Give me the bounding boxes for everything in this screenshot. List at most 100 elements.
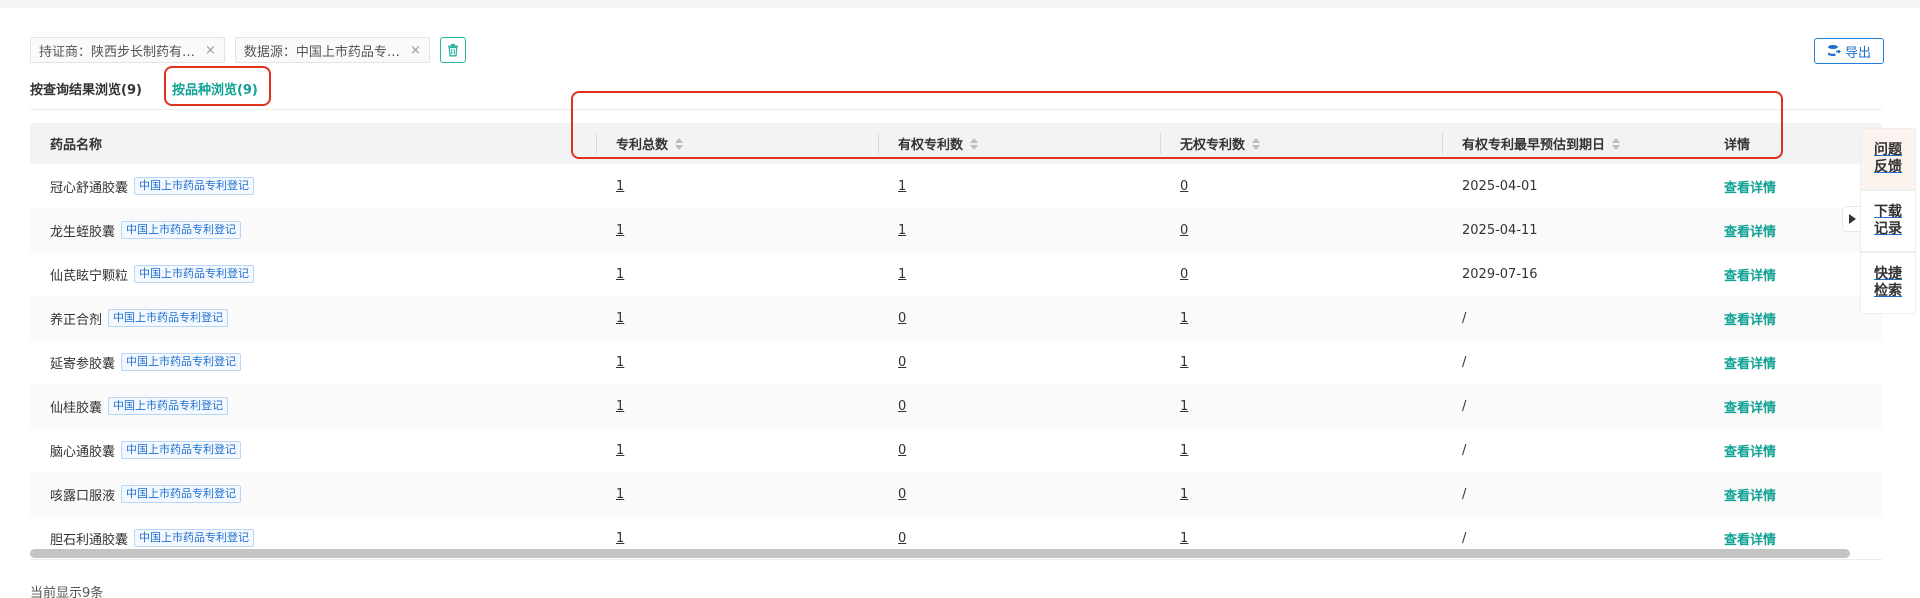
close-icon[interactable]: × — [205, 43, 216, 58]
drug-name: 仙芪眩宁颗粒 — [50, 268, 129, 284]
side-item-quick-search[interactable]: 快捷检索 — [1860, 252, 1916, 314]
drug-name: 咳露口服液 — [50, 488, 116, 504]
total-patents-count[interactable]: 1 — [616, 267, 624, 282]
drug-name: 胆石利通胶囊 — [50, 532, 129, 548]
export-icon — [1827, 45, 1841, 56]
header-total-patents[interactable]: 专利总数 — [596, 123, 878, 164]
earliest-expiry: / — [1462, 486, 1467, 502]
source-tag: 中国上市药品专利登记 — [134, 265, 255, 283]
total-patents-count[interactable]: 1 — [616, 223, 624, 238]
source-tag: 中国上市药品专利登记 — [121, 441, 242, 459]
view-detail-link[interactable]: 查看详情 — [1724, 221, 1776, 240]
earliest-expiry: / — [1462, 442, 1467, 458]
tab-by-variety[interactable]: 按品种浏览(9) — [171, 82, 258, 110]
invalid-patents-count[interactable]: 1 — [1180, 531, 1188, 546]
table-row: 冠心舒通胶囊 中国上市药品专利登记 1 1 0 2025-04-01 查看详情 — [30, 164, 1882, 208]
valid-patents-count[interactable]: 0 — [898, 355, 906, 370]
source-tag: 中国上市药品专利登记 — [134, 177, 255, 195]
valid-patents-count[interactable]: 1 — [898, 223, 906, 238]
view-detail-link[interactable]: 查看详情 — [1724, 397, 1776, 416]
header-earliest-expiry[interactable]: 有权专利最早预估到期日 — [1442, 123, 1712, 164]
source-tag: 中国上市药品专利登记 — [121, 221, 242, 239]
view-detail-link[interactable]: 查看详情 — [1724, 441, 1776, 460]
source-tag: 中国上市药品专利登记 — [108, 397, 229, 415]
drug-name: 仙桂胶囊 — [50, 400, 103, 416]
total-patents-count[interactable]: 1 — [616, 531, 624, 546]
drug-name: 冠心舒通胶囊 — [50, 180, 129, 196]
side-item-feedback[interactable]: 问题反馈 — [1860, 128, 1916, 190]
drug-table: 药品名称 专利总数 有权专利数 无权专利数 有权专利最早预估到期日 详情 冠心舒… — [30, 123, 1882, 560]
earliest-expiry: 2029-07-16 — [1462, 266, 1538, 282]
trash-icon — [447, 44, 458, 57]
sort-icon[interactable] — [970, 137, 979, 150]
view-detail-link[interactable]: 查看详情 — [1724, 309, 1776, 328]
invalid-patents-count[interactable]: 0 — [1180, 267, 1188, 282]
app-root: 持证商：陕西步长制药有… × 数据源：中国上市药品专… × 导出 按查询结果浏览… — [0, 0, 1920, 598]
row-count-text: 当前显示9条 — [30, 586, 104, 598]
view-detail-link[interactable]: 查看详情 — [1724, 177, 1776, 196]
table-header: 药品名称 专利总数 有权专利数 无权专利数 有权专利最早预估到期日 详情 — [30, 123, 1882, 164]
side-item-download-records[interactable]: 下载记录 — [1860, 190, 1916, 252]
close-icon[interactable]: × — [410, 43, 421, 58]
view-detail-link[interactable]: 查看详情 — [1724, 485, 1776, 504]
sort-icon[interactable] — [1252, 137, 1261, 150]
invalid-patents-count[interactable]: 0 — [1180, 223, 1188, 238]
filter-chip-label: 持证商：陕西步长制药有… — [39, 44, 196, 60]
table-row: 脑心通胶囊 中国上市药品专利登记 1 0 1 / 查看详情 — [30, 428, 1882, 472]
total-patents-count[interactable]: 1 — [616, 487, 624, 502]
valid-patents-count[interactable]: 1 — [898, 267, 906, 282]
earliest-expiry: 2025-04-11 — [1462, 222, 1538, 238]
valid-patents-count[interactable]: 0 — [898, 487, 906, 502]
view-detail-link[interactable]: 查看详情 — [1724, 265, 1776, 284]
top-strip — [0, 0, 1920, 8]
drug-name: 养正合剂 — [50, 312, 103, 328]
view-tabs: 按查询结果浏览(9) 按品种浏览(9) — [30, 82, 288, 110]
invalid-patents-count[interactable]: 1 — [1180, 311, 1188, 326]
total-patents-count[interactable]: 1 — [616, 399, 624, 414]
header-label: 专利总数 — [616, 138, 669, 153]
tab-by-query-result[interactable]: 按查询结果浏览(9) — [30, 82, 142, 110]
header-drug-name: 药品名称 — [30, 123, 596, 164]
invalid-patents-count[interactable]: 1 — [1180, 355, 1188, 370]
tab-divider — [30, 109, 1882, 110]
horizontal-scrollbar[interactable] — [30, 549, 1850, 558]
source-tag: 中国上市药品专利登记 — [134, 529, 255, 547]
source-tag: 中国上市药品专利登记 — [121, 353, 242, 371]
header-invalid-patents[interactable]: 无权专利数 — [1160, 123, 1442, 164]
side-menu: 问题反馈 下载记录 快捷检索 — [1860, 128, 1916, 314]
side-item-label: 问题反馈 — [1874, 142, 1902, 175]
filter-chip-source[interactable]: 数据源：中国上市药品专… × — [234, 37, 430, 63]
valid-patents-count[interactable]: 0 — [898, 399, 906, 414]
filter-chip-holder[interactable]: 持证商：陕西步长制药有… × — [30, 37, 225, 63]
export-label: 导出 — [1844, 45, 1871, 61]
valid-patents-count[interactable]: 0 — [898, 311, 906, 326]
sort-icon[interactable] — [675, 137, 684, 150]
header-label: 有权专利数 — [898, 138, 964, 153]
sort-icon[interactable] — [1612, 137, 1621, 150]
header-valid-patents[interactable]: 有权专利数 — [878, 123, 1160, 164]
valid-patents-count[interactable]: 0 — [898, 443, 906, 458]
drug-name: 脑心通胶囊 — [50, 444, 116, 460]
header-label: 药品名称 — [50, 138, 103, 153]
table-bottom-divider — [30, 559, 1882, 560]
header-detail: 详情 — [1712, 123, 1882, 164]
invalid-patents-count[interactable]: 1 — [1180, 443, 1188, 458]
total-patents-count[interactable]: 1 — [616, 355, 624, 370]
drug-name: 龙生蛭胶囊 — [50, 224, 116, 240]
clear-filters-button[interactable] — [439, 37, 466, 63]
view-detail-link[interactable]: 查看详情 — [1724, 353, 1776, 372]
table-row: 仙芪眩宁颗粒 中国上市药品专利登记 1 1 0 2029-07-16 查看详情 — [30, 252, 1882, 296]
total-patents-count[interactable]: 1 — [616, 179, 624, 194]
drug-name: 延寄参胶囊 — [50, 356, 116, 372]
view-detail-link[interactable]: 查看详情 — [1724, 529, 1776, 548]
invalid-patents-count[interactable]: 1 — [1180, 399, 1188, 414]
side-item-label: 下载记录 — [1874, 204, 1902, 237]
valid-patents-count[interactable]: 1 — [898, 179, 906, 194]
total-patents-count[interactable]: 1 — [616, 311, 624, 326]
invalid-patents-count[interactable]: 0 — [1180, 179, 1188, 194]
export-button[interactable]: 导出 — [1814, 38, 1884, 64]
invalid-patents-count[interactable]: 1 — [1180, 487, 1188, 502]
side-panel-toggle[interactable] — [1842, 206, 1862, 232]
total-patents-count[interactable]: 1 — [616, 443, 624, 458]
valid-patents-count[interactable]: 0 — [898, 531, 906, 546]
